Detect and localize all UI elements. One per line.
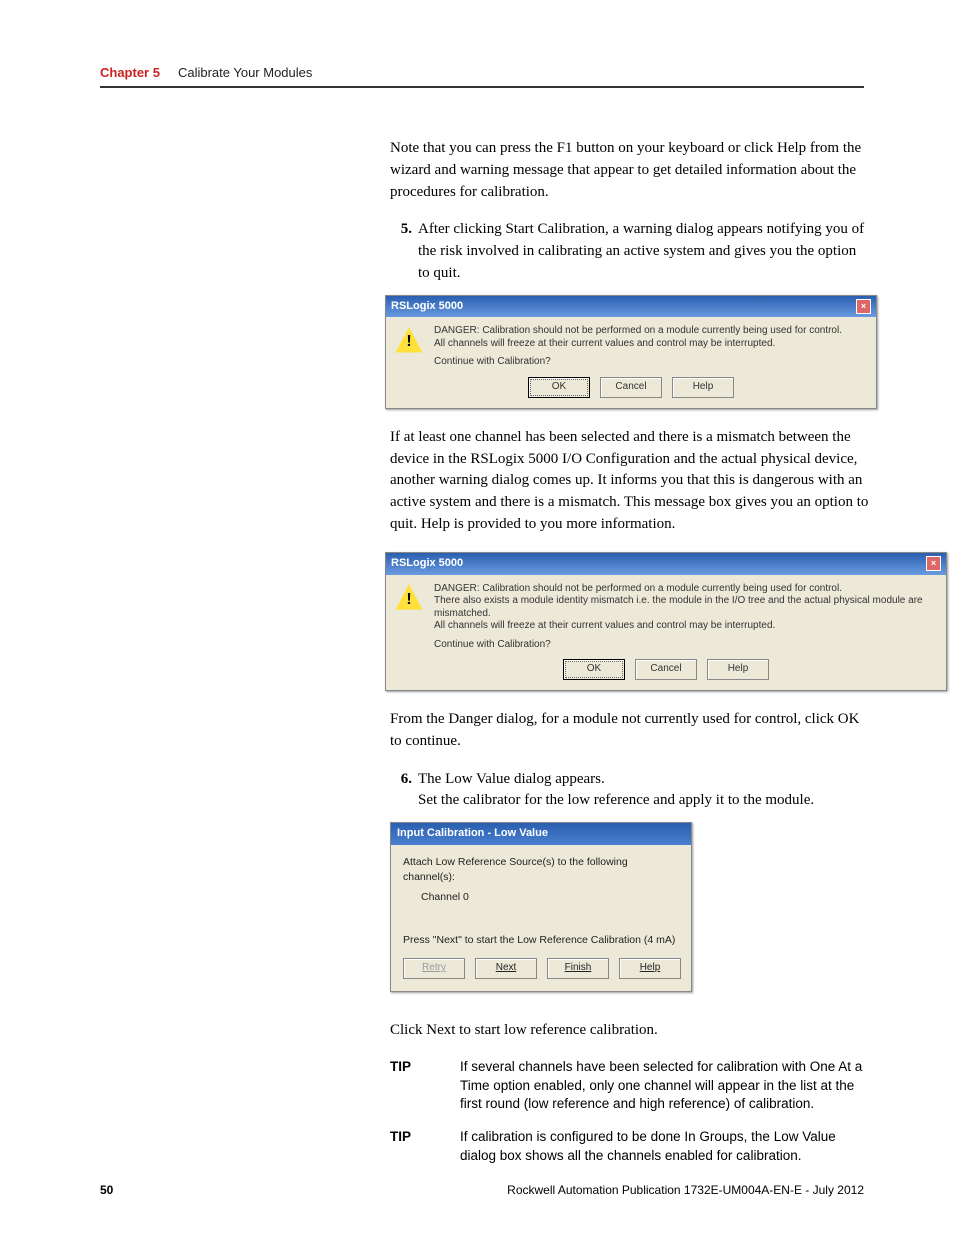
dialog-line: DANGER: Calibration should not be perfor… xyxy=(434,583,938,596)
tip-text: If several channels have been selected f… xyxy=(460,1058,870,1115)
step-5: 5. After clicking Start Calibration, a w… xyxy=(390,219,870,284)
paragraph: If at least one channel has been selecte… xyxy=(390,427,870,536)
tip-1: TIP If several channels have been select… xyxy=(390,1058,870,1115)
step-text: The Low Value dialog appears. xyxy=(418,769,870,791)
retry-button: Retry xyxy=(403,958,465,979)
paragraph: Click Next to start low reference calibr… xyxy=(390,1020,870,1042)
dialog-line: All channels will freeze at their curren… xyxy=(434,338,868,351)
dialog-line: DANGER: Calibration should not be perfor… xyxy=(434,325,868,338)
paragraph: From the Danger dialog, for a module not… xyxy=(390,709,870,753)
step-number: 5. xyxy=(390,219,412,284)
dialog-titlebar: RSLogix 5000 × xyxy=(386,553,946,575)
next-button[interactable]: Next xyxy=(475,958,537,979)
step-6: 6. The Low Value dialog appears. Set the… xyxy=(390,769,870,813)
chapter-label: Chapter 5 xyxy=(100,65,160,80)
tip-text: If calibration is configured to be done … xyxy=(460,1128,870,1166)
dialog-line: There also exists a module identity mism… xyxy=(434,595,938,620)
tip-2: TIP If calibration is configured to be d… xyxy=(390,1128,870,1166)
header-rule xyxy=(100,86,864,88)
dialog-instruction: Press "Next" to start the Low Reference … xyxy=(403,933,679,948)
channel-label: Channel 0 xyxy=(421,890,679,905)
warning-dialog-2: RSLogix 5000 × DANGER: Calibration shoul… xyxy=(385,552,947,691)
dialog-prompt: Continue with Calibration? xyxy=(434,639,938,652)
finish-button[interactable]: Finish xyxy=(547,958,609,979)
publication-info: Rockwell Automation Publication 1732E-UM… xyxy=(507,1183,864,1197)
help-button[interactable]: Help xyxy=(619,958,681,979)
close-icon[interactable]: × xyxy=(926,556,941,571)
ok-button[interactable]: OK xyxy=(528,377,590,398)
dialog-titlebar: RSLogix 5000 × xyxy=(386,296,876,318)
paragraph: Note that you can press the F1 button on… xyxy=(390,138,870,203)
ok-button[interactable]: OK xyxy=(563,659,625,680)
dialog-title: RSLogix 5000 xyxy=(391,299,463,315)
close-icon[interactable]: × xyxy=(856,299,871,314)
step-text: Set the calibrator for the low reference… xyxy=(418,790,870,812)
help-button[interactable]: Help xyxy=(707,659,769,680)
step-number: 6. xyxy=(390,769,412,813)
dialog-line: All channels will freeze at their curren… xyxy=(434,620,938,633)
warning-icon xyxy=(394,583,424,613)
cancel-button[interactable]: Cancel xyxy=(635,659,697,680)
page-number: 50 xyxy=(100,1183,113,1197)
dialog-titlebar: Input Calibration - Low Value xyxy=(391,823,691,845)
dialog-prompt: Continue with Calibration? xyxy=(434,356,868,369)
dialog-message: DANGER: Calibration should not be perfor… xyxy=(434,583,938,652)
dialog-message: DANGER: Calibration should not be perfor… xyxy=(434,325,868,369)
dialog-title: RSLogix 5000 xyxy=(391,556,463,572)
warning-icon xyxy=(394,325,424,355)
tip-label: TIP xyxy=(390,1128,460,1166)
warning-dialog-1: RSLogix 5000 × DANGER: Calibration shoul… xyxy=(385,295,877,409)
step-text: After clicking Start Calibration, a warn… xyxy=(418,219,870,284)
tip-label: TIP xyxy=(390,1058,460,1115)
cancel-button[interactable]: Cancel xyxy=(600,377,662,398)
chapter-title: Calibrate Your Modules xyxy=(178,65,312,80)
help-button[interactable]: Help xyxy=(672,377,734,398)
dialog-label: Attach Low Reference Source(s) to the fo… xyxy=(403,855,679,885)
low-value-dialog: Input Calibration - Low Value Attach Low… xyxy=(390,822,692,992)
